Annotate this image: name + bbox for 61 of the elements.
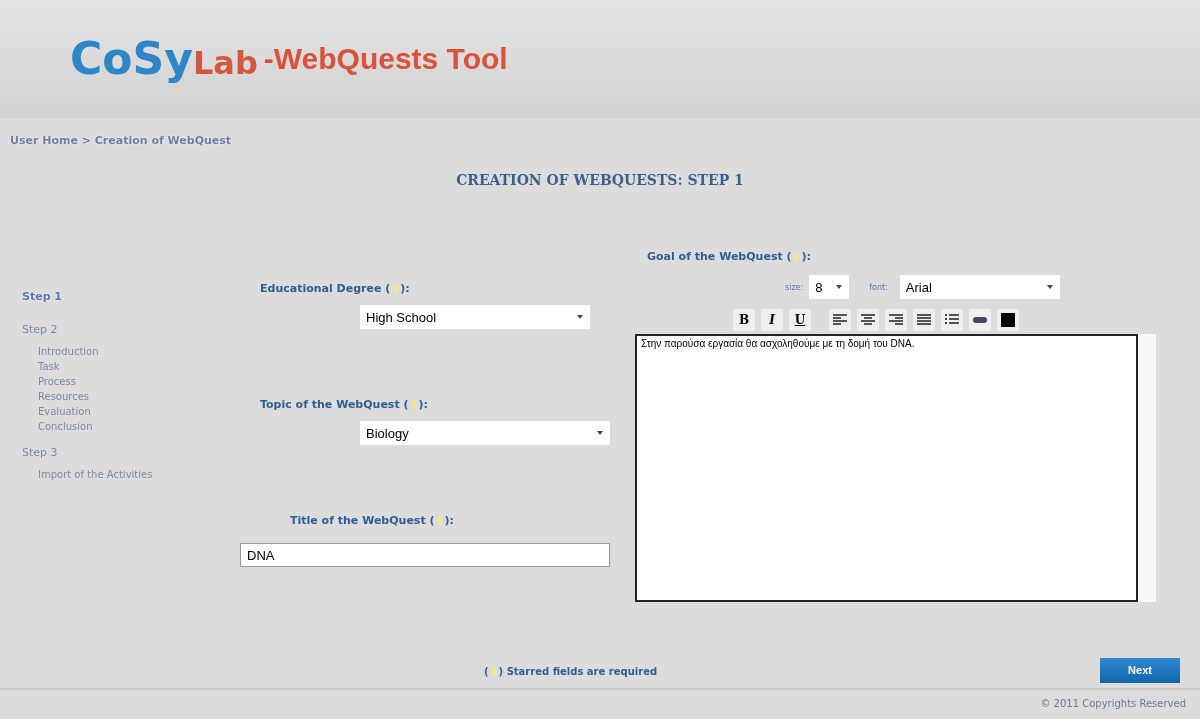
field-label: Goal of the WebQuest ( xyxy=(647,250,792,263)
sidebar-subitem[interactable]: Evaluation xyxy=(22,406,240,417)
sidebar-item[interactable]: Step 1 xyxy=(22,290,240,303)
align-center-icon xyxy=(861,314,875,326)
caret-icon xyxy=(1046,285,1053,289)
sidebar-subitem[interactable]: Process xyxy=(22,376,240,387)
font-label: font: xyxy=(869,282,888,292)
field-label: Title of the WebQuest ( xyxy=(290,514,435,527)
star-icon xyxy=(393,284,398,293)
field-label: ): xyxy=(444,514,454,527)
link-icon xyxy=(973,316,987,324)
size-dropdown[interactable]: 8 xyxy=(809,275,850,299)
next-button[interactable]: Next xyxy=(1100,657,1180,683)
breadcrumb-link[interactable]: User Home > Creation of WebQuest xyxy=(10,134,232,147)
scroll-bar[interactable] xyxy=(1138,334,1156,602)
color-swatch-icon xyxy=(1000,312,1016,328)
field-label: ): xyxy=(801,250,811,263)
star-icon xyxy=(491,667,496,676)
copyright-text: © 2011 Copyrights Reserved xyxy=(1040,698,1186,709)
link-button[interactable] xyxy=(969,309,991,331)
logo-text: CoSyLab xyxy=(70,37,258,81)
dropdown[interactable]: High School xyxy=(360,305,590,329)
italic-button[interactable]: I xyxy=(761,309,783,331)
justify-button[interactable] xyxy=(913,309,935,331)
align-right-button[interactable] xyxy=(885,309,907,331)
color-button[interactable] xyxy=(997,309,1019,331)
align-left-icon xyxy=(833,314,847,326)
star-icon xyxy=(437,516,442,525)
bold-button[interactable]: B xyxy=(733,309,755,331)
goal-text-area[interactable]: Στην παρούσα εργασία θα ασχοληθούμε με τη δομή του DNA. xyxy=(635,334,1138,602)
sidebar-item[interactable]: Step 3 xyxy=(22,446,240,459)
dropdown[interactable]: Biology xyxy=(360,421,610,445)
align-center-button[interactable] xyxy=(857,309,879,331)
align-left-button[interactable] xyxy=(829,309,851,331)
sidebar-subitem[interactable]: Import of the Activities xyxy=(22,469,240,480)
text-field[interactable]: DNA xyxy=(240,543,610,567)
field-label: Topic of the WebQuest ( xyxy=(260,398,409,411)
sidebar-subitem[interactable]: Task xyxy=(22,361,240,372)
list-button[interactable] xyxy=(941,309,963,331)
field-label: ): xyxy=(400,282,410,295)
caret-icon xyxy=(836,285,843,289)
list-icon xyxy=(945,314,959,326)
sidebar-subitem[interactable]: Conclusion xyxy=(22,421,240,432)
sidebar-item[interactable]: Step 2 xyxy=(22,323,240,336)
size-label: size: xyxy=(785,282,804,292)
font-dropdown[interactable]: Arial xyxy=(899,275,1060,299)
caret-icon xyxy=(577,315,583,319)
caret-icon xyxy=(597,431,603,435)
page-heading: CREATION OF WEBQUESTS: STEP 1 xyxy=(455,172,745,188)
note-text: ) Starred fields are required xyxy=(498,666,658,677)
star-icon xyxy=(411,400,416,409)
note-text: ( xyxy=(484,666,489,677)
underline-button[interactable]: U xyxy=(789,309,811,331)
app-title: -WebQuests Tool xyxy=(263,42,508,76)
sidebar-subitem[interactable]: Resources xyxy=(22,391,240,402)
justify-icon xyxy=(917,314,931,326)
star-icon xyxy=(794,252,799,261)
sidebar-subitem[interactable]: Introduction xyxy=(22,346,240,357)
field-label: Educational Degree ( xyxy=(260,282,391,295)
align-right-icon xyxy=(889,314,903,326)
field-label: ): xyxy=(418,398,428,411)
